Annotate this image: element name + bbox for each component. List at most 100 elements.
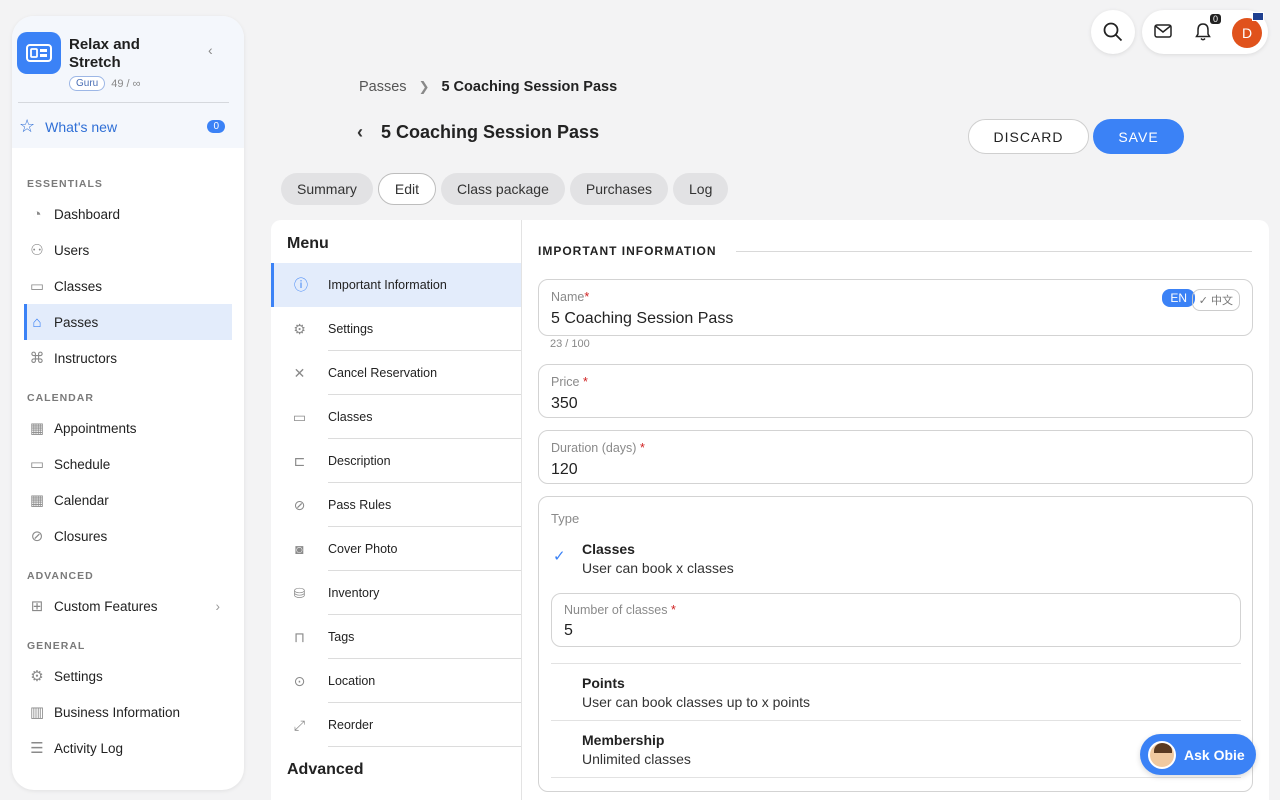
duration-value: 120 xyxy=(551,461,578,478)
menu-list: ⓘ Important Information ⚙ Settings ✕ Cancel R… xyxy=(271,263,521,747)
lang-zh-button[interactable]: ✓ 中文 xyxy=(1191,289,1240,311)
sidebar-item-label: Business Information xyxy=(54,704,181,720)
name-label: Name* xyxy=(551,290,590,304)
page-title: ‹ 5 Coaching Session Pass xyxy=(357,122,599,143)
sidebar-item-settings[interactable]: ⚙ Settings xyxy=(24,658,232,694)
calendar-31-icon: ▦ xyxy=(29,420,45,437)
name-value: 5 Coaching Session Pass xyxy=(551,310,734,327)
sidebar-item-passes[interactable]: ⌂ Passes xyxy=(24,304,232,340)
ask-obie-button[interactable]: Ask Obie xyxy=(1140,734,1256,775)
brand-logo xyxy=(17,32,61,74)
ban-icon: ⊘ xyxy=(293,496,306,513)
flag-icon[interactable] xyxy=(1252,12,1264,21)
menu-item-cover-photo[interactable]: ◙ Cover Photo xyxy=(271,527,521,571)
graduation-cap-icon: ⌘ xyxy=(29,350,45,367)
name-char-counter: 23 / 100 xyxy=(550,338,590,350)
avatar[interactable]: D xyxy=(1232,18,1262,48)
book-icon: ⊏ xyxy=(293,452,306,469)
nav-section: ADVANCED ⊞ Custom Features › xyxy=(12,570,244,624)
divider xyxy=(551,777,1241,778)
nav-heading: GENERAL xyxy=(27,640,86,652)
sidebar-item-custom-features[interactable]: ⊞ Custom Features › xyxy=(24,588,232,624)
save-button[interactable]: SAVE xyxy=(1093,119,1184,154)
number-of-classes-value: 5 xyxy=(564,622,573,639)
sidebar-item-classes[interactable]: ▭ Classes xyxy=(24,268,232,304)
menu-item-pass-rules[interactable]: ⊘ Pass Rules xyxy=(271,483,521,527)
chevron-right-icon: › xyxy=(215,598,221,614)
notification-badge: 0 xyxy=(1210,14,1222,24)
collapse-sidebar-icon[interactable]: ‹ xyxy=(208,42,213,58)
brand-header: Relax and Stretch Guru 49 / ∞ ‹ ☆ What's… xyxy=(12,16,244,148)
breadcrumb-current: 5 Coaching Session Pass xyxy=(441,79,618,95)
star-icon: ☆ xyxy=(19,116,36,136)
menu-item-label: Inventory xyxy=(328,571,521,615)
tab-bar: Summary Edit Class package Purchases Log xyxy=(281,173,729,205)
type-option-title: Classes xyxy=(582,541,635,557)
lang-en-button[interactable]: EN xyxy=(1162,289,1195,307)
sidebar-item-activity-log[interactable]: ☰ Activity Log xyxy=(24,730,232,766)
section-title: IMPORTANT INFORMATION xyxy=(538,244,717,258)
sidebar-item-business-information[interactable]: ▥ Business Information xyxy=(24,694,232,730)
sidebar-item-label: Appointments xyxy=(54,420,137,436)
number-of-classes-field[interactable]: Number of classes * 5 xyxy=(551,593,1241,647)
sidebar-item-calendar[interactable]: ▦ Calendar xyxy=(24,482,232,518)
back-arrow-icon[interactable]: ‹ xyxy=(357,122,363,143)
menu-item-label: Reorder xyxy=(328,703,521,747)
price-field[interactable]: Price * 350 xyxy=(538,364,1253,418)
menu-item-location[interactable]: ⊙ Location xyxy=(271,659,521,703)
database-icon: ⛁ xyxy=(293,584,306,601)
menu-item-label: Pass Rules xyxy=(328,483,521,527)
divider xyxy=(551,720,1241,721)
classes-icon: ▭ xyxy=(29,278,45,295)
breadcrumb-passes-link[interactable]: Passes xyxy=(359,79,407,95)
menu-item-cancel-reservation[interactable]: ✕ Cancel Reservation xyxy=(271,351,521,395)
menu-item-label: Settings xyxy=(328,307,521,351)
discard-button[interactable]: DISCARD xyxy=(968,119,1089,154)
menu-item-inventory[interactable]: ⛁ Inventory xyxy=(271,571,521,615)
bell-icon[interactable] xyxy=(1195,22,1211,42)
type-option-title: Points xyxy=(582,675,625,691)
menu-item-description[interactable]: ⊏ Description xyxy=(271,439,521,483)
sidebar-item-label: Classes xyxy=(54,278,103,294)
duration-field[interactable]: Duration (days) * 120 xyxy=(538,430,1253,484)
menu-item-reorder[interactable]: ⤢ Reorder xyxy=(271,703,521,747)
sidebar-nav: ESSENTIALS ◔ Dashboard ⚇ Users ▭ Classes ⌂ Passe… xyxy=(12,148,244,766)
tab-class-package[interactable]: Class package xyxy=(441,173,565,205)
sidebar: Relax and Stretch Guru 49 / ∞ ‹ ☆ What's… xyxy=(12,16,244,790)
nav-section: ESSENTIALS ◔ Dashboard ⚇ Users ▭ Classes ⌂ Passe… xyxy=(12,178,244,376)
mail-icon[interactable] xyxy=(1154,23,1172,39)
whats-new-count: 0 xyxy=(207,120,225,133)
sidebar-item-closures[interactable]: ⊘ Closures xyxy=(24,518,232,554)
sidebar-item-label: Settings xyxy=(54,668,103,684)
tab-log[interactable]: Log xyxy=(673,173,729,205)
ban-icon: ⊘ xyxy=(30,528,44,545)
tab-edit[interactable]: Edit xyxy=(377,173,437,205)
sidebar-item-dashboard[interactable]: ◔ Dashboard xyxy=(24,196,232,232)
name-field[interactable]: Name* 5 Coaching Session Pass EN ✓ 中文 xyxy=(538,279,1253,336)
menu-item-important-information[interactable]: ⓘ Important Information xyxy=(271,263,521,307)
divider xyxy=(736,251,1252,252)
brand-meta: Guru 49 / ∞ xyxy=(69,76,140,91)
menu-item-settings[interactable]: ⚙ Settings xyxy=(271,307,521,351)
menu-item-tags[interactable]: ⊓ Tags xyxy=(271,615,521,659)
edit-card: Menu ⓘ Important Information ⚙ Settings ✕ Can… xyxy=(271,220,1269,800)
menu-item-classes[interactable]: ▭ Classes xyxy=(271,395,521,439)
tab-summary[interactable]: Summary xyxy=(281,173,373,205)
sidebar-item-schedule[interactable]: ▭ Schedule xyxy=(24,446,232,482)
gift-icon: ⊞ xyxy=(30,598,44,615)
close-icon: ✕ xyxy=(293,364,306,381)
sidebar-item-users[interactable]: ⚇ Users xyxy=(24,232,232,268)
whats-new-link[interactable]: ☆ What's new 0 xyxy=(19,116,225,137)
sidebar-item-instructors[interactable]: ⌘ Instructors xyxy=(24,340,232,376)
bookmark-icon: ⊓ xyxy=(294,628,305,645)
ask-obie-label: Ask Obie xyxy=(1184,746,1245,763)
search-button[interactable] xyxy=(1091,10,1135,54)
resize-icon: ⤢ xyxy=(293,716,306,733)
sidebar-item-appointments[interactable]: ▦ Appointments xyxy=(24,410,232,446)
tab-purchases[interactable]: Purchases xyxy=(569,173,669,205)
type-option-desc: User can book classes up to x points xyxy=(582,694,811,710)
type-option-desc: User can book x classes xyxy=(582,560,734,576)
type-label: Type xyxy=(551,511,580,526)
sidebar-item-label: Passes xyxy=(54,314,99,330)
easel-icon: ▭ xyxy=(292,408,307,425)
